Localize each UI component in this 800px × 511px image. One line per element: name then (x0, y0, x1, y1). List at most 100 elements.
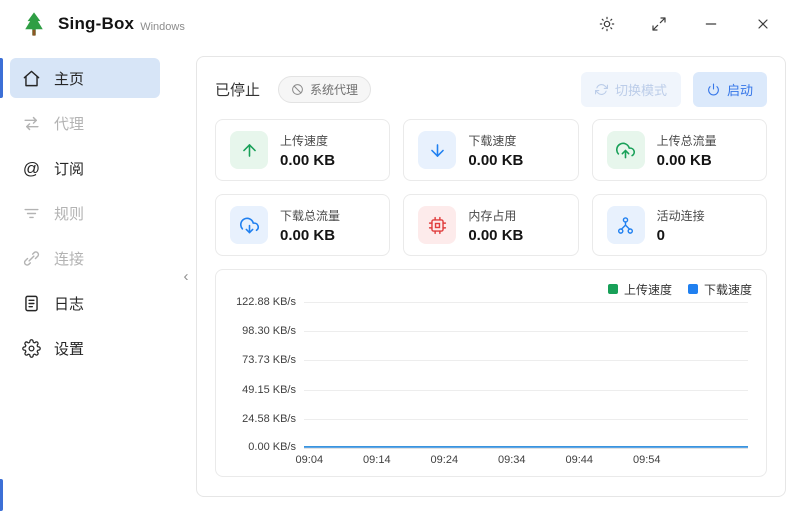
app-logo-tree-icon (20, 10, 48, 38)
legend-item-upload: 上传速度 (608, 281, 672, 298)
sidebar-item-connections[interactable]: 连接 (10, 238, 160, 278)
sidebar-item-logs[interactable]: 日志 (10, 283, 160, 323)
chart-legend: 上传速度 下载速度 (230, 280, 752, 298)
prohibit-icon (291, 83, 304, 96)
y-axis-label: 0.00 KB/s (230, 441, 296, 453)
minimize-icon (703, 16, 719, 32)
sidebar-item-label: 日志 (54, 293, 84, 314)
fullscreen-button[interactable] (650, 15, 668, 33)
stat-label: 内存占用 (468, 207, 523, 224)
y-axis-label: 24.58 KB/s (230, 413, 296, 425)
swap-icon (595, 83, 608, 96)
x-axis-label: 09:14 (363, 454, 391, 466)
sidebar-item-label: 规则 (54, 203, 84, 224)
stat-label: 上传速度 (280, 132, 335, 149)
stat-card-memory: 内存占用 0.00 KB (403, 194, 578, 256)
system-proxy-badge[interactable]: 系统代理 (278, 76, 371, 103)
switch-mode-label: 切换模式 (615, 80, 667, 99)
window-controls (598, 15, 772, 33)
memory-icon (418, 206, 456, 244)
y-axis-label: 98.30 KB/s (230, 325, 296, 337)
sidebar-item-home[interactable]: 主页 (10, 58, 160, 98)
sidebar-item-label: 代理 (54, 113, 84, 134)
stat-label: 下载总流量 (280, 207, 340, 224)
connections-count-icon (607, 206, 645, 244)
chart-plot-area: 122.88 KB/s 98.30 KB/s 73.73 KB/s 49.15 … (230, 302, 752, 448)
stat-card-upload-speed: 上传速度 0.00 KB (215, 119, 390, 181)
stats-grid: 上传速度 0.00 KB 下载速度 0.00 KB (215, 119, 767, 256)
switch-mode-button[interactable]: 切换模式 (581, 72, 681, 107)
close-button[interactable] (754, 15, 772, 33)
status-actions: 切换模式 启动 (581, 72, 767, 107)
sidebar-item-subscription[interactable]: @ 订阅 (10, 148, 160, 188)
sidebar-item-label: 连接 (54, 248, 84, 269)
chart-series-lines (304, 302, 748, 448)
start-label: 启动 (727, 80, 753, 99)
main-panel: ‹ 已停止 系统代理 切换模式 (196, 56, 786, 497)
start-button[interactable]: 启动 (693, 72, 767, 107)
stat-value: 0.00 KB (280, 227, 340, 244)
stat-label: 下载速度 (468, 132, 523, 149)
sidebar-item-proxy[interactable]: 代理 (10, 103, 160, 143)
minimize-button[interactable] (702, 15, 720, 33)
stat-card-download-total: 下载总流量 0.00 KB (215, 194, 390, 256)
stat-value: 0 (657, 227, 705, 244)
power-icon (707, 83, 720, 96)
stat-value: 0.00 KB (468, 227, 523, 244)
status-label: 已停止 (215, 79, 260, 100)
chevron-left-icon: ‹ (184, 268, 189, 285)
accent-strip-bottom (0, 479, 3, 511)
download-arrow-icon (418, 131, 456, 169)
theme-toggle-button[interactable] (598, 15, 616, 33)
chart-x-axis: 09:04 09:14 09:24 09:34 09:44 09:54 (304, 448, 748, 470)
home-icon (22, 69, 41, 88)
status-row: 已停止 系统代理 切换模式 (215, 73, 767, 105)
logs-icon (22, 294, 41, 313)
x-axis-label: 09:54 (633, 454, 661, 466)
system-proxy-label: 系统代理 (310, 81, 358, 98)
sidebar-item-settings[interactable]: 设置 (10, 328, 160, 368)
stat-label: 上传总流量 (657, 132, 717, 149)
stat-card-upload-total: 上传总流量 0.00 KB (592, 119, 767, 181)
stat-value: 0.00 KB (280, 152, 335, 169)
sun-icon (599, 16, 615, 32)
upload-arrow-icon (230, 131, 268, 169)
sidebar: 主页 代理 @ 订阅 规则 (0, 48, 170, 511)
traffic-chart: 上传速度 下载速度 122.88 KB/s 98.30 KB/s (215, 269, 767, 477)
close-icon (755, 16, 771, 32)
stat-card-download-speed: 下载速度 0.00 KB (403, 119, 578, 181)
y-axis-label: 73.73 KB/s (230, 354, 296, 366)
app-title: Sing-Box (58, 14, 134, 34)
x-axis-label: 09:24 (431, 454, 459, 466)
rules-icon (22, 204, 41, 223)
collapse-sidebar-handle[interactable]: ‹ (178, 261, 194, 293)
x-axis-label: 09:04 (296, 454, 324, 466)
settings-icon (22, 339, 41, 358)
legend-item-download: 下载速度 (688, 281, 752, 298)
x-axis-label: 09:34 (498, 454, 526, 466)
x-axis-label: 09:44 (566, 454, 594, 466)
legend-swatch (688, 284, 698, 294)
main-area: ‹ 已停止 系统代理 切换模式 (170, 48, 800, 511)
expand-icon (651, 16, 667, 32)
sidebar-item-label: 订阅 (54, 158, 84, 179)
titlebar: Sing-Box Windows (0, 0, 800, 48)
stat-value: 0.00 KB (468, 152, 523, 169)
sidebar-item-rules[interactable]: 规则 (10, 193, 160, 233)
y-axis-label: 49.15 KB/s (230, 384, 296, 396)
nav-selection-indicator (0, 58, 3, 98)
y-axis-label: 122.88 KB/s (230, 296, 296, 308)
cloud-upload-icon (607, 131, 645, 169)
platform-label: Windows (140, 21, 185, 33)
sidebar-item-label: 设置 (54, 338, 84, 359)
legend-label: 上传速度 (624, 281, 672, 298)
connections-icon (22, 249, 41, 268)
legend-swatch (608, 284, 618, 294)
legend-label: 下载速度 (704, 281, 752, 298)
stat-label: 活动连接 (657, 207, 705, 224)
subscription-icon: @ (22, 159, 41, 178)
cloud-download-icon (230, 206, 268, 244)
proxy-icon (22, 114, 41, 133)
stat-card-active-connections: 活动连接 0 (592, 194, 767, 256)
sidebar-item-label: 主页 (54, 68, 84, 89)
